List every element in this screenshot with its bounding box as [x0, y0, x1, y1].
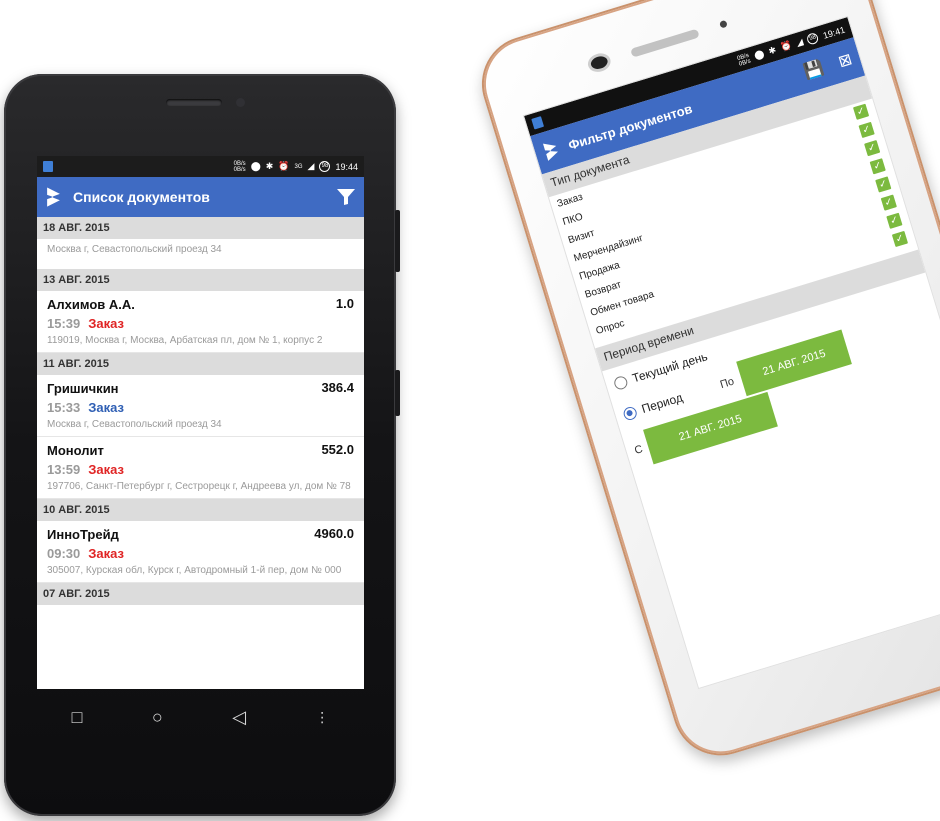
app-logo-icon: [542, 143, 558, 161]
power-button: [395, 370, 400, 416]
notification-icon: [43, 161, 53, 172]
radio-on-icon[interactable]: [621, 404, 639, 422]
alarm-icon: ⏰: [779, 39, 793, 53]
location-icon: ⬤: [250, 161, 261, 171]
earpiece-speaker: [630, 28, 700, 58]
location-icon: ⬤: [752, 48, 766, 61]
check-icon[interactable]: ✓: [880, 194, 897, 211]
document-kind: Заказ: [88, 546, 124, 561]
client-name: Монолит: [47, 443, 104, 458]
documents-screen: 0B/s 0B/s ⬤ ✱ ⏰ 3G ◢ 98 19:44 Список доку…: [37, 156, 364, 689]
home-icon[interactable]: ○: [152, 707, 163, 728]
battery-icon: 98: [319, 161, 331, 172]
document-time: 09:30: [47, 546, 81, 561]
client-name: Гришичкин: [47, 381, 119, 396]
nav-bar: □ ○ ◁ ⋮: [37, 689, 364, 745]
app-logo-icon: [47, 187, 60, 207]
signal-type: 3G: [294, 163, 303, 170]
filter-icon[interactable]: [336, 188, 356, 206]
clock: 19:44: [335, 161, 358, 172]
bluetooth-icon: ✱: [265, 161, 274, 171]
date-header: 18 АВГ. 2015: [37, 217, 364, 239]
document-address: 119019, Москва г, Москва, Арбатская пл, …: [47, 335, 323, 346]
check-icon[interactable]: ✓: [852, 103, 870, 120]
document-sum: 4960.0: [314, 526, 354, 541]
check-icon[interactable]: ✓: [875, 176, 892, 193]
app-bar: Список документов: [37, 177, 364, 217]
network-speed: 0B/s 0B/s: [736, 52, 752, 68]
date-header: 10 АВГ. 2015: [37, 499, 364, 521]
document-kind: Заказ: [88, 400, 124, 415]
list-item[interactable]: Москва г, Севастопольский проезд 34: [37, 239, 364, 269]
document-time: 13:59: [47, 462, 81, 477]
status-bar: 0B/s 0B/s ⬤ ✱ ⏰ 3G ◢ 98 19:44: [37, 156, 364, 177]
alarm-icon: ⏰: [278, 161, 290, 171]
save-icon[interactable]: 💾: [802, 58, 827, 83]
document-kind: Заказ: [88, 316, 124, 331]
recent-apps-icon[interactable]: □: [72, 707, 83, 728]
filter-screen: 0B/s 0B/s ⬤ ✱ ⏰ ◢ 98 19:41 Фильтр докумен…: [522, 15, 940, 690]
document-sum: 386.4: [321, 380, 354, 395]
document-time: 15:33: [47, 400, 81, 415]
document-address: 197706, Санкт-Петербург г, Сестрорецк г,…: [47, 481, 351, 492]
check-icon[interactable]: ✓: [886, 212, 903, 229]
clock: 19:41: [821, 24, 847, 41]
document-row[interactable]: Монолит 552.0 13:59 Заказ 197706, Санкт-П…: [37, 437, 364, 499]
volume-button: [395, 210, 400, 272]
document-kind: Заказ: [88, 462, 124, 477]
check-icon[interactable]: ✓: [864, 139, 881, 157]
signal-icon: ◢: [307, 161, 315, 171]
document-address: 305007, Курская обл, Курск г, Автодромны…: [47, 565, 342, 576]
signal-icon: ◢: [794, 36, 805, 49]
earpiece-speaker: [166, 99, 222, 106]
page-title: Список документов: [73, 189, 210, 205]
sensor: [719, 19, 728, 29]
document-time: 15:39: [47, 316, 81, 331]
front-camera: [589, 54, 610, 71]
document-sum: 552.0: [321, 442, 354, 457]
check-icon[interactable]: ✓: [891, 230, 909, 248]
document-sum: 1.0: [335, 296, 354, 311]
client-name: Алхимов А.А.: [47, 297, 135, 312]
date-header: 11 АВГ. 2015: [37, 353, 364, 375]
clear-filter-icon[interactable]: ⊠: [836, 49, 855, 72]
bluetooth-icon: ✱: [767, 44, 778, 57]
network-speed: 0B/s 0B/s: [233, 160, 246, 173]
white-phone: 0B/s 0B/s ⬤ ✱ ⏰ ◢ 98 19:41 Фильтр докумен…: [470, 0, 940, 768]
date-header: 13 АВГ. 2015: [37, 269, 364, 291]
notification-icon: [531, 116, 545, 130]
document-list: 18 АВГ. 2015 Москва г, Севастопольский п…: [37, 217, 364, 605]
document-address: Москва г, Севастопольский проезд 34: [47, 419, 222, 430]
client-name: ИнноТрейд: [47, 527, 119, 542]
from-label: С: [633, 443, 645, 457]
document-row[interactable]: ИнноТрейд 4960.0 09:30 Заказ 305007, Курс…: [37, 521, 364, 583]
radio-off-icon[interactable]: [612, 374, 629, 391]
black-phone: 0B/s 0B/s ⬤ ✱ ⏰ 3G ◢ 98 19:44 Список доку…: [4, 74, 400, 816]
check-icon[interactable]: ✓: [869, 158, 886, 175]
front-camera: [236, 98, 245, 107]
back-icon[interactable]: ◁: [232, 707, 246, 728]
document-row[interactable]: Гришичкин 386.4 15:33 Заказ Москва г, Сев…: [37, 375, 364, 437]
date-header: 07 АВГ. 2015: [37, 583, 364, 605]
menu-icon[interactable]: ⋮: [315, 709, 329, 726]
to-label: По: [718, 375, 736, 392]
document-row[interactable]: Алхимов А.А. 1.0 15:39 Заказ 119019, Моск…: [37, 291, 364, 353]
check-icon[interactable]: ✓: [858, 121, 875, 139]
battery-icon: 98: [806, 31, 820, 46]
